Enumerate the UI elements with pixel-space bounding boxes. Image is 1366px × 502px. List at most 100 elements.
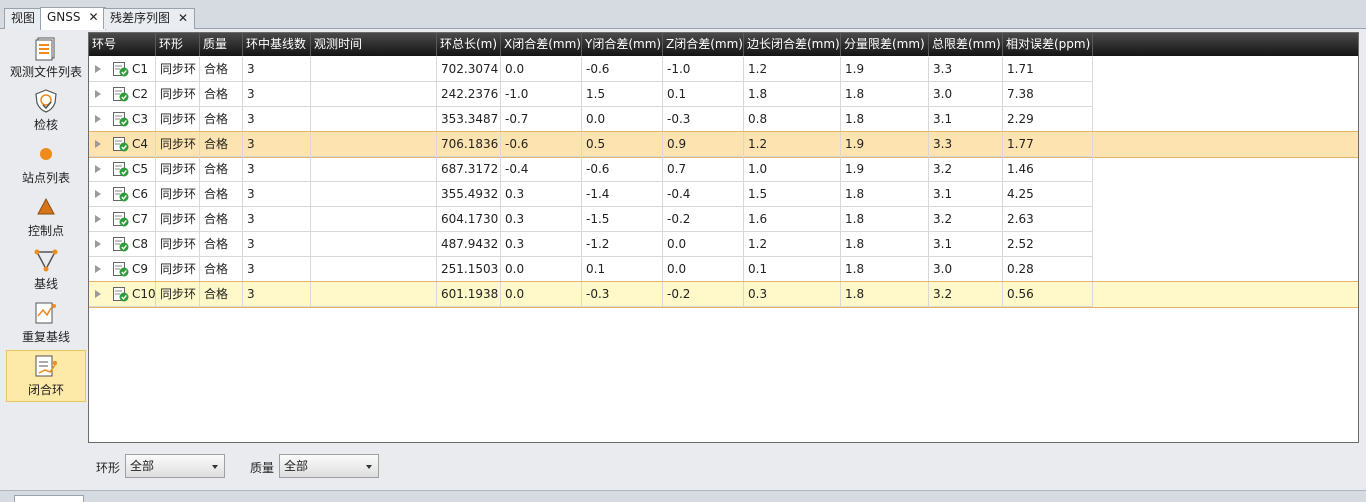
- expand-arrow-icon[interactable]: [95, 115, 101, 123]
- ring-id-cell: C3: [89, 107, 156, 132]
- table-cell: 1.5: [744, 182, 841, 207]
- table-row[interactable]: C2 同步环 合格 3 242.2376 -1.0 1.5 0.1 1.8 1.8 3.0 7.38: [89, 82, 1358, 107]
- column-header[interactable]: Y闭合差(mm): [582, 33, 663, 56]
- tab-residual-series[interactable]: 残差序列图 ✕: [103, 8, 196, 29]
- table-cell: 0.3: [501, 207, 582, 232]
- sidebar: 观测文件列表 检核 站点列表 控制点 基线 重复基线 闭合环: [4, 33, 88, 403]
- table-cell: [311, 182, 437, 207]
- column-header[interactable]: 总限差(mm): [929, 33, 1003, 56]
- ring-ok-icon: [113, 187, 129, 202]
- sidebar-item-observation-files[interactable]: 观测文件列表: [6, 33, 86, 85]
- column-header[interactable]: 分量限差(mm): [841, 33, 929, 56]
- table-row[interactable]: C4 同步环 合格 3 706.1836 -0.6 0.5 0.9 1.2 1.9 3.3 1.77: [89, 131, 1358, 158]
- table-cell: 687.3172: [437, 157, 501, 182]
- chevron-down-icon: [212, 465, 218, 469]
- ring-id-text: C1: [132, 62, 149, 76]
- sidebar-item-station-list[interactable]: 站点列表: [6, 139, 86, 191]
- ring-ok-icon: [113, 237, 129, 252]
- ring-ok-icon: [113, 212, 129, 227]
- table-row[interactable]: C8 同步环 合格 3 487.9432 0.3 -1.2 0.0 1.2 1.8 3.1 2.52: [89, 232, 1358, 257]
- expand-arrow-icon[interactable]: [95, 140, 101, 148]
- table-cell: 合格: [200, 157, 243, 182]
- column-header[interactable]: 环中基线数: [243, 33, 311, 56]
- column-header[interactable]: 环总长(m): [437, 33, 501, 56]
- table-cell: 3.1: [929, 182, 1003, 207]
- expand-arrow-icon[interactable]: [95, 65, 101, 73]
- ring-ok-icon: [113, 162, 129, 177]
- table-cell: 0.3: [501, 182, 582, 207]
- table-cell: 3.3: [929, 132, 1003, 157]
- table-cell: 1.9: [841, 57, 929, 82]
- table-cell: 3: [243, 207, 311, 232]
- status-tab[interactable]: [14, 495, 84, 502]
- table-row[interactable]: C1 同步环 合格 3 702.3074 0.0 -0.6 -1.0 1.2 1.9 3.3 1.71: [89, 57, 1358, 82]
- table-row[interactable]: C9 同步环 合格 3 251.1503 0.0 0.1 0.0 0.1 1.8 3.0 0.28: [89, 257, 1358, 282]
- table-cell: 1.2: [744, 232, 841, 257]
- table-row[interactable]: C10 同步环 合格 3 601.1938 0.0 -0.3 -0.2 0.3 1.8 3.2 0.5…: [89, 281, 1358, 308]
- table-cell: -1.5: [582, 207, 663, 232]
- table-cell: 3.1: [929, 232, 1003, 257]
- close-icon[interactable]: ✕: [178, 11, 188, 25]
- table-cell: -0.3: [663, 107, 744, 132]
- table-cell: -1.0: [501, 82, 582, 107]
- quality-select[interactable]: 全部: [279, 454, 379, 478]
- sidebar-item-label: 检核: [33, 118, 58, 132]
- column-header[interactable]: 相对误差(ppm): [1003, 33, 1093, 56]
- table-cell: 1.2: [744, 132, 841, 157]
- table-row[interactable]: C7 同步环 合格 3 604.1730 0.3 -1.5 -0.2 1.6 1.8 3.2 2.63: [89, 207, 1358, 232]
- column-header[interactable]: 质量: [200, 33, 243, 56]
- expand-arrow-icon[interactable]: [95, 265, 101, 273]
- table-row[interactable]: C3 同步环 合格 3 353.3487 -0.7 0.0 -0.3 0.8 1.8 3.1 2.29: [89, 107, 1358, 132]
- table-cell: 1.8: [841, 282, 929, 307]
- close-icon[interactable]: ✕: [89, 10, 99, 24]
- ring-id-cell: C10: [89, 282, 156, 307]
- table-cell: -0.4: [663, 182, 744, 207]
- sidebar-item-repeat-baseline[interactable]: 重复基线: [6, 298, 86, 350]
- table-cell: -0.3: [582, 282, 663, 307]
- table-cell: 0.56: [1003, 282, 1093, 307]
- column-header[interactable]: 观测时间: [311, 33, 437, 56]
- table-cell: 0.0: [663, 232, 744, 257]
- table-cell: 3: [243, 107, 311, 132]
- ring-ok-icon: [113, 287, 129, 302]
- ring-type-select[interactable]: 全部: [125, 454, 225, 478]
- expand-arrow-icon[interactable]: [95, 90, 101, 98]
- ring-id-text: C7: [132, 212, 149, 226]
- expand-arrow-icon[interactable]: [95, 240, 101, 248]
- expand-arrow-icon[interactable]: [95, 165, 101, 173]
- table-cell: 604.1730: [437, 207, 501, 232]
- expand-arrow-icon[interactable]: [95, 290, 101, 298]
- closed-loop-icon: [35, 355, 57, 377]
- table-cell: 合格: [200, 282, 243, 307]
- table-cell: [311, 157, 437, 182]
- table-row[interactable]: C6 同步环 合格 3 355.4932 0.3 -1.4 -0.4 1.5 1.8 3.1 4.25: [89, 182, 1358, 207]
- table-cell: -1.2: [582, 232, 663, 257]
- table-cell: 242.2376: [437, 82, 501, 107]
- table-cell: 同步环: [156, 107, 200, 132]
- table-cell: 3: [243, 57, 311, 82]
- sidebar-item-control-points[interactable]: 控制点: [6, 192, 86, 244]
- tab-view[interactable]: 视图: [4, 8, 43, 29]
- column-header[interactable]: 环号: [89, 33, 156, 56]
- table-cell: 1.8: [841, 182, 929, 207]
- expand-arrow-icon[interactable]: [95, 215, 101, 223]
- column-header[interactable]: 环形: [156, 33, 200, 56]
- column-header[interactable]: Z闭合差(mm): [663, 33, 744, 56]
- station-dot-icon: [40, 148, 52, 160]
- column-header[interactable]: X闭合差(mm): [501, 33, 582, 56]
- sidebar-item-baseline[interactable]: 基线: [6, 245, 86, 297]
- table-cell: 1.2: [744, 57, 841, 82]
- table-cell: 0.0: [501, 257, 582, 282]
- expand-arrow-icon[interactable]: [95, 190, 101, 198]
- column-header[interactable]: 边长闭合差(mm): [744, 33, 841, 56]
- table-cell: [311, 232, 437, 257]
- sidebar-item-check[interactable]: 检核: [6, 86, 86, 138]
- sidebar-item-label: 站点列表: [21, 171, 70, 185]
- document-tab-strip: 视图 GNSS ✕ 残差序列图 ✕: [0, 0, 1366, 30]
- ring-id-cell: C8: [89, 232, 156, 257]
- table-row[interactable]: C5 同步环 合格 3 687.3172 -0.4 -0.6 0.7 1.0 1.9 3.2 1.46: [89, 157, 1358, 182]
- table-cell: 同步环: [156, 257, 200, 282]
- closed-loop-grid[interactable]: 环号 环形 质量 环中基线数 观测时间 环总长(m) X闭合差(mm) Y闭合差(mm) Z闭合…: [88, 32, 1359, 443]
- sidebar-item-closed-loop[interactable]: 闭合环: [6, 350, 86, 402]
- tab-gnss[interactable]: GNSS ✕: [40, 7, 106, 30]
